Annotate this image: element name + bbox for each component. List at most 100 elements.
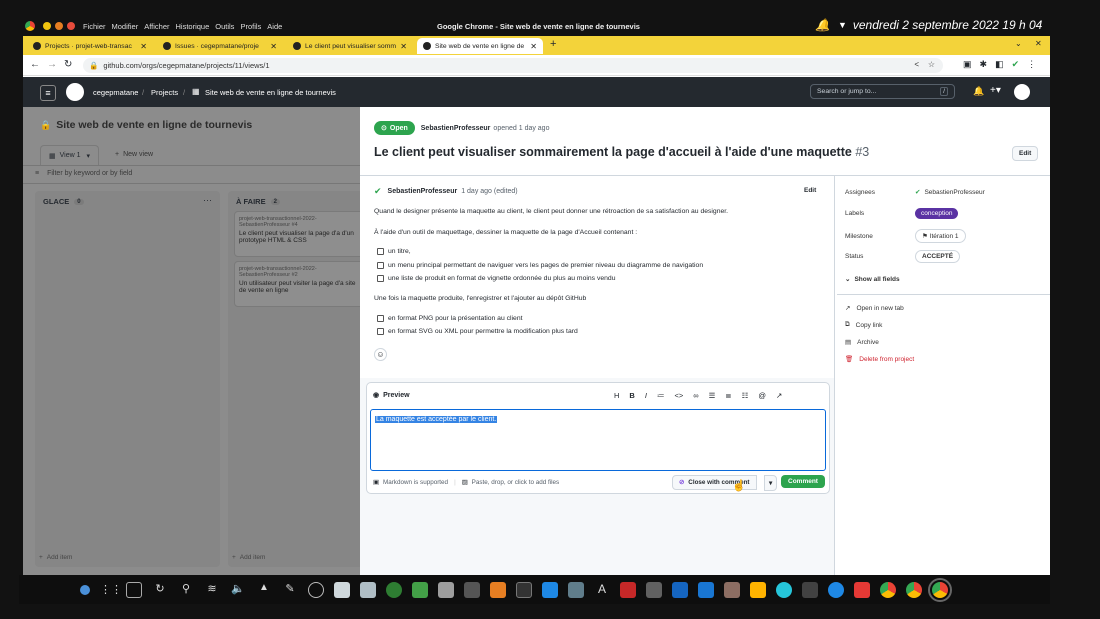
- menu-item[interactable]: Aide: [267, 22, 282, 31]
- close-tab-icon[interactable]: ✕: [396, 42, 407, 51]
- github-logo-icon[interactable]: [66, 83, 84, 101]
- checkbox[interactable]: [377, 275, 384, 282]
- app-icon[interactable]: [646, 581, 662, 598]
- delete-action[interactable]: 🗑 Delete from project: [845, 355, 914, 364]
- checkbox[interactable]: [377, 262, 384, 269]
- comment-button[interactable]: Comment: [781, 475, 825, 488]
- plus-menu-icon[interactable]: +▾: [990, 85, 1001, 96]
- comment-author[interactable]: SebastienProfesseur: [388, 188, 458, 195]
- app-icon[interactable]: [464, 581, 480, 598]
- code-icon[interactable]: <>: [674, 391, 683, 400]
- task-item[interactable]: un menu principal permettant de naviguer…: [377, 262, 703, 269]
- apps-grid-icon[interactable]: ⋮⋮: [100, 582, 122, 598]
- traffic-light-icon[interactable]: [43, 22, 51, 30]
- app-icon[interactable]: [568, 581, 584, 598]
- bold-icon[interactable]: B: [629, 391, 634, 400]
- checkbox[interactable]: [377, 315, 384, 322]
- menu-item[interactable]: Modifier: [112, 22, 139, 31]
- tab-preview[interactable]: ◉ Preview: [373, 391, 410, 400]
- tab-view-1[interactable]: ▦ View 1 ▾: [40, 145, 100, 165]
- heading-icon[interactable]: H: [614, 391, 619, 400]
- task-list-icon[interactable]: ☷: [742, 391, 749, 400]
- board-card[interactable]: projet-web-transactionnel-2022-Sebastien…: [234, 211, 366, 257]
- app-icon[interactable]: [438, 581, 454, 598]
- address-bar[interactable]: 🔒 github.com/orgs/cegepmatane/projects/1…: [83, 58, 943, 73]
- task-item[interactable]: une liste de produit en format de vignet…: [377, 275, 615, 282]
- app-icon[interactable]: [412, 581, 428, 598]
- browser-tab-active[interactable]: Site web de vente en ligne de ✕: [417, 38, 543, 54]
- field-milestone[interactable]: Itération 1: [930, 233, 959, 240]
- forward-icon[interactable]: →: [47, 59, 57, 70]
- app-icon[interactable]: [490, 581, 506, 598]
- app-icon[interactable]: [854, 581, 870, 598]
- location-icon[interactable]: ⚲: [178, 582, 194, 598]
- check-extension-icon[interactable]: ✔: [1012, 59, 1020, 70]
- org-link[interactable]: cegepmatane: [93, 88, 138, 97]
- app-icon[interactable]: [542, 581, 558, 598]
- new-view-button[interactable]: + New view: [115, 151, 153, 158]
- app-icon[interactable]: [620, 581, 636, 598]
- app-icon[interactable]: [698, 581, 714, 598]
- checkbox[interactable]: [377, 248, 384, 255]
- field-status[interactable]: ACCEPTÉ: [915, 250, 961, 263]
- task-item[interactable]: en format PNG pour la présentation au cl…: [377, 315, 523, 322]
- chevron-down-icon[interactable]: ▼: [838, 20, 847, 30]
- hamburger-icon[interactable]: ≡: [40, 85, 56, 101]
- task-item[interactable]: un titre,: [377, 248, 411, 255]
- launcher-icon[interactable]: [80, 584, 90, 595]
- chevron-down-icon[interactable]: ▾: [87, 152, 91, 160]
- chrome-icon[interactable]: [906, 581, 922, 598]
- emoji-reaction-icon[interactable]: ☺: [374, 348, 387, 361]
- menu-item[interactable]: Fichier: [83, 22, 106, 31]
- markdown-note[interactable]: Markdown is supported: [383, 479, 448, 486]
- reference-icon[interactable]: ↗: [776, 391, 782, 400]
- edit-title-button[interactable]: Edit: [1012, 146, 1039, 161]
- checkbox[interactable]: [377, 328, 384, 335]
- window-icon[interactable]: [126, 581, 142, 598]
- sync-icon[interactable]: ↻: [152, 582, 168, 598]
- menu-item[interactable]: Outils: [215, 22, 234, 31]
- link-icon[interactable]: ∞: [693, 391, 698, 400]
- project-link[interactable]: Site web de vente en ligne de tournevis: [205, 88, 336, 97]
- share-icon[interactable]: <: [914, 60, 919, 69]
- star-icon[interactable]: ☆: [928, 60, 935, 69]
- terminal-icon[interactable]: [516, 581, 532, 598]
- edit-comment-button[interactable]: Edit: [804, 187, 816, 194]
- italic-icon[interactable]: I: [645, 391, 647, 400]
- arrow-up-icon[interactable]: ▲: [256, 582, 272, 598]
- app-icon[interactable]: [386, 581, 402, 598]
- bell-icon[interactable]: 🔔: [815, 18, 830, 32]
- comment-textarea[interactable]: La maquette est acceptée par le client.: [370, 409, 826, 471]
- close-tab-icon[interactable]: ✕: [526, 42, 537, 51]
- board-card[interactable]: projet-web-transactionnel-2022-Sebastien…: [234, 261, 366, 307]
- volume-icon[interactable]: 🔈: [230, 582, 246, 598]
- add-item-button[interactable]: + Add item: [232, 554, 265, 561]
- app-icon[interactable]: [724, 581, 740, 598]
- chrome-icon[interactable]: [880, 581, 896, 598]
- app-menu[interactable]: Fichier Modifier Afficher Historique Out…: [83, 22, 288, 31]
- traffic-light-icon[interactable]: [67, 22, 75, 30]
- traffic-light-icon[interactable]: [55, 22, 63, 30]
- folder-icon[interactable]: [360, 581, 376, 598]
- projects-link[interactable]: Projects: [151, 88, 178, 97]
- close-tab-icon[interactable]: ✕: [266, 42, 277, 51]
- font-icon[interactable]: A: [594, 582, 610, 598]
- column-more-icon[interactable]: ···: [203, 195, 212, 205]
- chevron-down-icon[interactable]: ⌄: [1015, 39, 1022, 48]
- close-tab-icon[interactable]: ✕: [136, 42, 147, 51]
- quote-icon[interactable]: ≔: [657, 391, 665, 400]
- numbered-list-icon[interactable]: ≣: [725, 391, 731, 400]
- wifi-icon[interactable]: ≋: [204, 582, 220, 598]
- menu-item[interactable]: Profils: [240, 22, 261, 31]
- bell-icon[interactable]: 🔔: [973, 86, 984, 97]
- app-icon[interactable]: [802, 581, 818, 598]
- task-item[interactable]: en format SVG ou XML pour permettre la m…: [377, 328, 578, 335]
- archive-action[interactable]: ▤ Archive: [845, 338, 879, 347]
- files-icon[interactable]: [334, 581, 350, 598]
- browser-tab[interactable]: Issues · cegepmatane/proje ✕: [157, 38, 283, 54]
- kebab-menu-icon[interactable]: ⋮: [1027, 59, 1036, 70]
- circle-icon[interactable]: [308, 581, 324, 598]
- vlc-icon[interactable]: [750, 581, 766, 598]
- filter-input[interactable]: ≡ Filter by keyword or by field: [35, 170, 132, 177]
- browser-tab[interactable]: Le client peut visualiser somm ✕: [287, 38, 413, 54]
